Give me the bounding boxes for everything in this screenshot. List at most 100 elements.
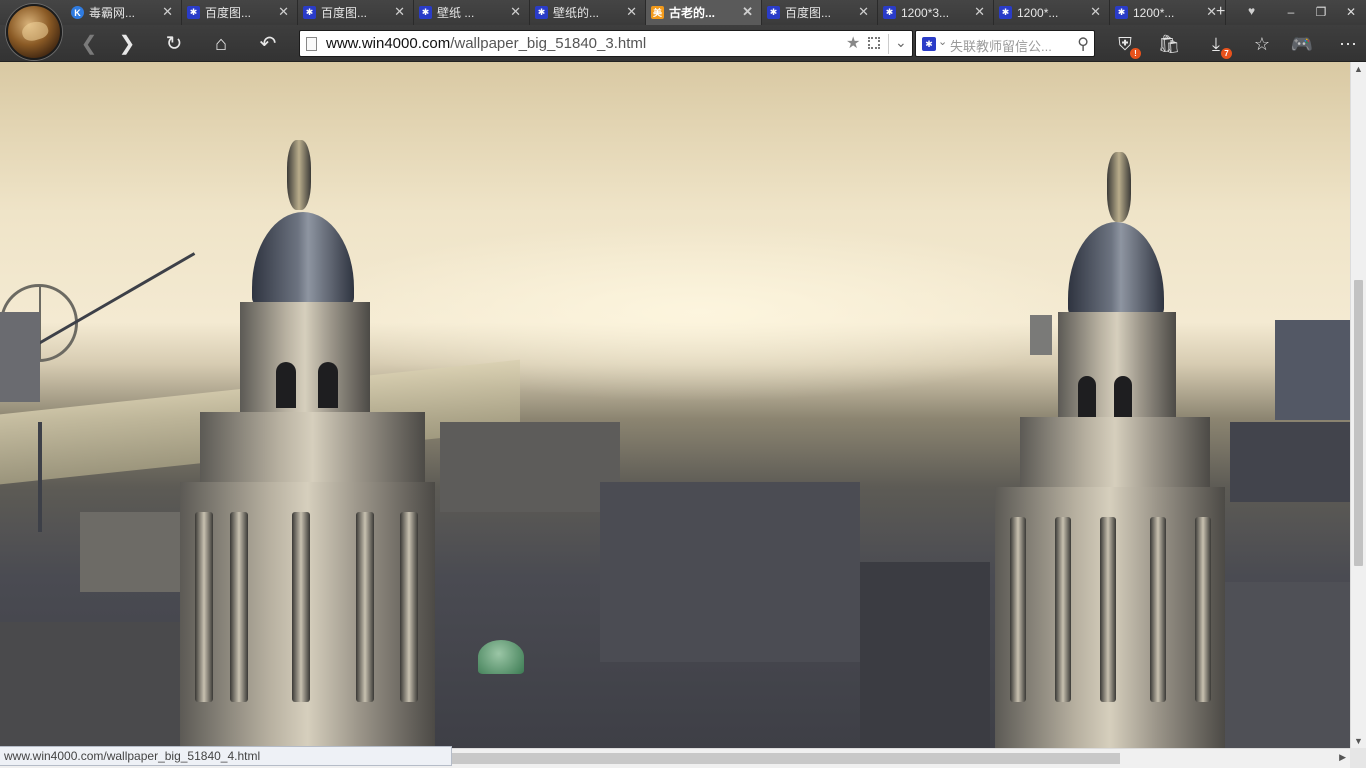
qr-code-icon[interactable]: [868, 37, 880, 49]
paw-icon: [535, 6, 548, 19]
tower-spire: [287, 140, 311, 210]
green-dome: [478, 640, 524, 674]
tab-1200-2[interactable]: 1200*... ✕: [994, 0, 1110, 25]
tower-column: [1055, 517, 1071, 702]
back-button[interactable]: ❮: [76, 31, 102, 57]
divider: [888, 34, 889, 54]
building: [1230, 422, 1350, 502]
bookmark-star-icon[interactable]: ★: [846, 33, 860, 53]
building: [0, 622, 180, 748]
tab-baidu-image-3[interactable]: 百度图... ✕: [762, 0, 878, 25]
crane-mast: [38, 422, 42, 532]
tab-wallpaper-1[interactable]: 壁纸 ... ✕: [414, 0, 530, 25]
scrollbar-thumb[interactable]: [452, 753, 1120, 764]
tab-1200-1[interactable]: 1200*3... ✕: [878, 0, 994, 25]
address-url[interactable]: www.win4000.com/wallpaper_big_51840_3.ht…: [326, 35, 646, 52]
tower-column: [1100, 517, 1116, 702]
undo-close-button[interactable]: ↶: [255, 31, 281, 57]
k-icon: K: [71, 6, 84, 19]
status-url: www.win4000.com/wallpaper_big_51840_4.ht…: [0, 746, 452, 766]
tower-lantern: [240, 302, 370, 422]
bag-icon[interactable]: 🛍: [1157, 32, 1181, 56]
paw-icon: [999, 6, 1012, 19]
tab-label: 1200*...: [1017, 5, 1059, 20]
tower-window: [1114, 376, 1132, 420]
tower-column: [1195, 517, 1211, 702]
paw-icon: [419, 6, 432, 19]
restore-button[interactable]: ❐: [1306, 0, 1336, 25]
tab-wallpaper-2[interactable]: 壁纸的... ✕: [530, 0, 646, 25]
search-box[interactable]: ✱ ⌄ 失联教师留信公... ⚲: [915, 30, 1095, 57]
new-tab-button[interactable]: +: [1216, 3, 1225, 21]
building: [0, 312, 40, 402]
tower-column: [1150, 517, 1166, 702]
tower-column: [195, 512, 213, 702]
tower-spire: [1107, 152, 1131, 222]
tab-duba[interactable]: K 毒霸网... ✕: [66, 0, 182, 25]
close-icon[interactable]: ✕: [626, 4, 637, 20]
download-icon[interactable]: ⤓ 7: [1204, 32, 1232, 59]
tab-label: 百度图...: [205, 6, 252, 20]
close-window-button[interactable]: ✕: [1336, 0, 1366, 25]
building: [860, 562, 990, 748]
gamepad-icon[interactable]: 🎮: [1290, 32, 1314, 56]
tab-label: 壁纸的...: [553, 6, 600, 20]
search-icon[interactable]: ⚲: [1077, 34, 1089, 54]
browser-window: K 毒霸网... ✕ 百度图... ✕ 百度图... ✕ 壁纸 ... ✕ 壁纸的... ✕…: [0, 0, 1366, 768]
search-input[interactable]: 失联教师留信公...: [950, 36, 1070, 55]
chevron-down-icon[interactable]: ⌄: [938, 35, 947, 48]
close-icon[interactable]: ✕: [394, 4, 405, 20]
tower-column: [230, 512, 248, 702]
paw-icon[interactable]: ✱: [922, 37, 936, 51]
tab-label: 百度图...: [321, 6, 368, 20]
paw-icon: [303, 6, 316, 19]
home-button[interactable]: ⌂: [208, 31, 234, 57]
tower-column: [292, 512, 310, 702]
close-icon[interactable]: ✕: [858, 4, 869, 20]
tab-strip: K 毒霸网... ✕ 百度图... ✕ 百度图... ✕ 壁纸 ... ✕ 壁纸的... ✕…: [0, 0, 1366, 25]
tower-column: [356, 512, 374, 702]
tab-label: 壁纸 ...: [437, 6, 475, 20]
refresh-button[interactable]: ↻: [161, 31, 187, 57]
browser-logo-icon[interactable]: [6, 4, 62, 60]
paw-icon: [187, 6, 200, 19]
more-menu-icon[interactable]: ⋯: [1336, 32, 1360, 56]
minimize-button[interactable]: –: [1276, 0, 1306, 25]
toolbar: ❮ ❯ ↻ ⌂ ↶ www.win4000.com/wallpaper_big_…: [0, 25, 1366, 62]
tower-drum: [200, 412, 425, 492]
favorites-star-icon[interactable]: ☆: [1250, 32, 1274, 56]
scrollbar-thumb[interactable]: [1354, 280, 1363, 566]
tab-active-ancient[interactable]: 古老的... ✕: [646, 0, 762, 25]
tab-label: 毒霸网...: [89, 6, 136, 20]
tab-baidu-image-1[interactable]: 百度图... ✕: [182, 0, 298, 25]
close-icon[interactable]: ✕: [974, 4, 985, 20]
tab-label: 1200*3...: [901, 5, 950, 20]
paw-icon: [1115, 6, 1128, 19]
shield-icon[interactable]: ⛨!: [1113, 32, 1141, 59]
forward-button[interactable]: ❯: [114, 31, 140, 57]
shield-badge: !: [1130, 48, 1141, 59]
scroll-down-arrow-icon[interactable]: ▼: [1354, 736, 1363, 746]
scroll-up-arrow-icon[interactable]: ▲: [1354, 64, 1363, 74]
scrollbar-corner: [1350, 748, 1366, 768]
close-icon[interactable]: ✕: [162, 4, 173, 20]
tab-list: K 毒霸网... ✕ 百度图... ✕ 百度图... ✕ 壁纸 ... ✕ 壁纸的... ✕…: [66, 0, 1226, 25]
building: [1275, 320, 1350, 420]
building: [1030, 315, 1052, 355]
close-icon[interactable]: ✕: [742, 4, 753, 20]
skin-icon[interactable]: ♥: [1248, 4, 1255, 18]
chevron-down-icon[interactable]: ⌄: [895, 34, 907, 51]
paw-icon: [883, 6, 896, 19]
vertical-scrollbar[interactable]: ▲ ▼: [1350, 62, 1366, 748]
building: [440, 422, 620, 512]
tab-1200-3[interactable]: 1200*...✕: [1110, 0, 1226, 25]
tab-baidu-image-2[interactable]: 百度图... ✕: [298, 0, 414, 25]
close-icon[interactable]: ✕: [510, 4, 521, 20]
address-bar[interactable]: www.win4000.com/wallpaper_big_51840_3.ht…: [299, 30, 913, 57]
wallpaper-image[interactable]: [0, 62, 1350, 748]
url-path: /wallpaper_big_51840_3.html: [450, 35, 647, 52]
close-icon[interactable]: ✕: [278, 4, 289, 20]
close-icon[interactable]: ✕: [1090, 4, 1101, 20]
tower-column: [400, 512, 418, 702]
scroll-right-arrow-icon[interactable]: ▶: [1339, 752, 1346, 763]
